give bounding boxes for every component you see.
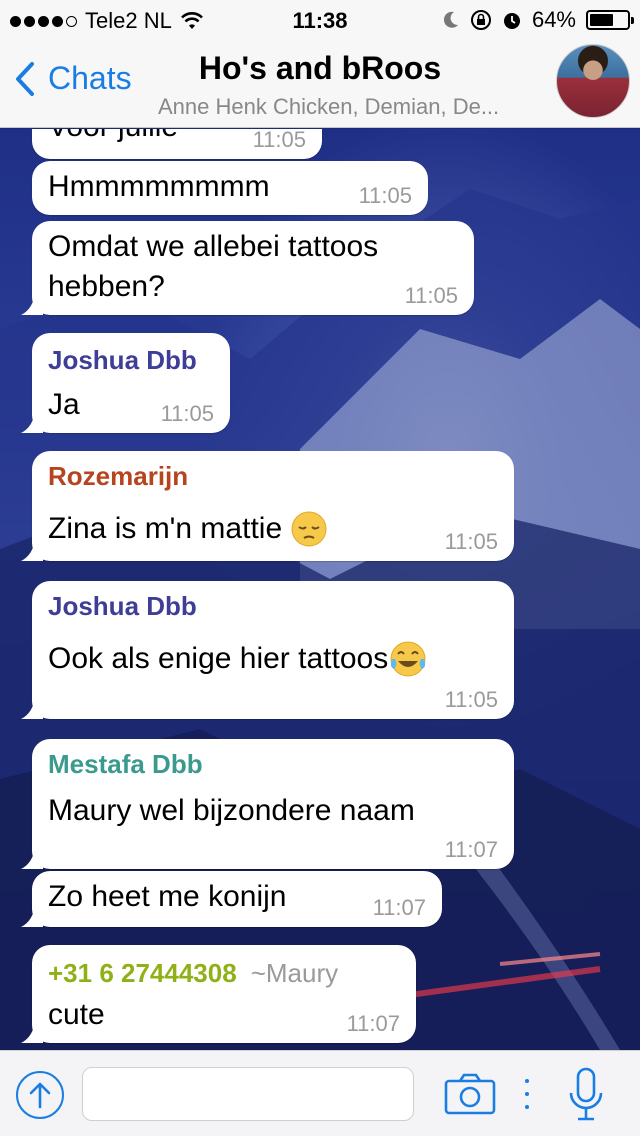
message-text: cute — [48, 998, 105, 1031]
message-time: 11:05 — [358, 183, 412, 208]
upload-button[interactable] — [16, 1071, 64, 1119]
sender-name[interactable]: Joshua Dbb — [48, 343, 197, 377]
message-time: 11:05 — [444, 687, 498, 712]
pensive-face-icon — [291, 511, 327, 547]
bubble-tail — [21, 905, 43, 927]
chat-messages[interactable]: Voor jullie 11:05 Hmmmmmmmm 11:05 Omdat … — [0, 129, 640, 1050]
sender-name[interactable]: Mestafa Dbb — [48, 747, 203, 781]
more-options-button[interactable] — [522, 1073, 532, 1115]
sender-name[interactable]: Rozemarijn — [48, 459, 188, 493]
message-time: 11:07 — [444, 837, 498, 862]
message-text: Maury wel bijzondere naam — [48, 794, 415, 827]
message-text: Zina is m'n mattie — [48, 512, 283, 545]
message-bubble[interactable]: Joshua Dbb Ja 11:05 — [21, 333, 230, 433]
message-time: 11:05 — [444, 529, 498, 554]
message-time: 11:07 — [372, 895, 426, 920]
bubble-tail — [21, 411, 43, 433]
message-bubble[interactable]: Omdat we allebei tattoos hebben? 11:05 — [21, 221, 474, 315]
group-members[interactable]: Anne Henk Chicken, Demian, De... — [158, 94, 499, 120]
message-input[interactable] — [82, 1067, 414, 1121]
message-bubble[interactable]: Zo heet me konijn 11:07 — [21, 871, 442, 927]
camera-button[interactable] — [444, 1073, 496, 1115]
message-bubble[interactable]: +31 6 27444308 ~Maury cute 11:07 — [21, 945, 416, 1043]
bubble-tail — [21, 697, 43, 719]
tears-of-joy-icon — [390, 641, 426, 677]
message-text: Voor jullie — [48, 129, 178, 147]
message-bubble[interactable]: Joshua Dbb Ook als enige hier tattoos 11… — [21, 581, 514, 719]
message-text: Ja — [48, 388, 80, 421]
battery-icon — [586, 10, 634, 30]
microphone-button[interactable] — [568, 1067, 604, 1123]
message-bubble[interactable]: Rozemarijn Zina is m'n mattie 11:05 — [21, 451, 514, 561]
rotation-lock-icon — [470, 10, 491, 30]
chat-header: Chats Ho's and bRoos Anne Henk Chicken, … — [0, 40, 640, 128]
sender-phone[interactable]: +31 6 27444308 — [48, 956, 237, 990]
do-not-disturb-icon — [443, 11, 458, 28]
sender-name[interactable]: Joshua Dbb — [48, 589, 197, 623]
bubble-tail — [21, 847, 43, 869]
status-bar: Tele2 NL 11:38 64% — [0, 0, 640, 40]
message-time: 11:05 — [160, 401, 214, 426]
message-time: 11:05 — [404, 283, 458, 308]
group-title[interactable]: Ho's and bRoos — [0, 50, 640, 87]
bubble-tail — [21, 1021, 43, 1043]
message-text-line1: Omdat we allebei tattoos — [48, 230, 379, 263]
bubble-tail — [21, 539, 43, 561]
alarm-icon — [503, 13, 520, 29]
group-avatar[interactable] — [556, 44, 630, 118]
message-bubble[interactable]: Voor jullie 11:05 — [32, 129, 322, 159]
sender-alias: ~Maury — [250, 958, 339, 988]
message-bubble[interactable]: Mestafa Dbb Maury wel bijzondere naam 11… — [21, 739, 514, 869]
message-time: 11:07 — [346, 1011, 400, 1036]
upload-icon — [29, 1082, 51, 1109]
message-bubble[interactable]: Hmmmmmmmm 11:05 — [32, 161, 428, 215]
message-text-line2: hebben? — [48, 270, 165, 303]
battery-percentage: 64% — [531, 7, 576, 32]
message-input-bar — [0, 1050, 640, 1136]
bubble-tail — [21, 293, 43, 315]
message-text: Zo heet me konijn — [48, 880, 287, 913]
message-text: Hmmmmmmmm — [48, 170, 270, 203]
message-time: 11:05 — [252, 129, 306, 152]
message-text: Ook als enige hier tattoos — [48, 642, 389, 675]
